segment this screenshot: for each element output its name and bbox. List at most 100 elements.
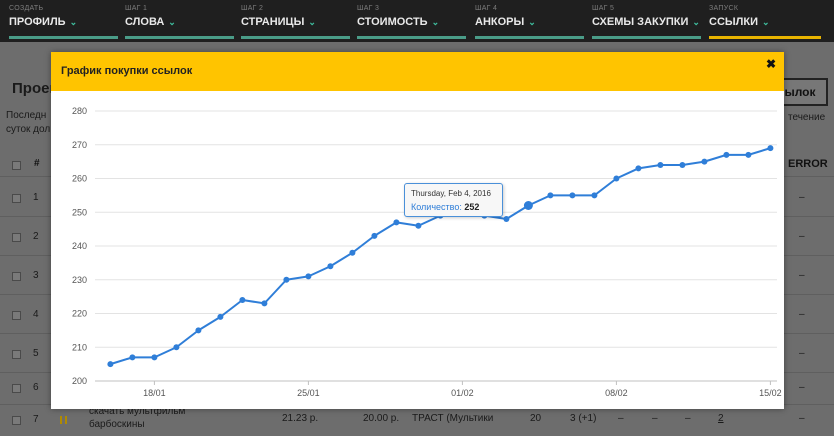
select-all-checkbox[interactable]: [12, 161, 21, 170]
data-point: [569, 192, 576, 199]
x-tick-label: 18/01: [143, 388, 166, 398]
page-description: суток дол: [6, 124, 51, 135]
step-caption: СОЗДАТЬ: [9, 5, 44, 12]
chevron-down-icon: ⌄: [692, 17, 700, 27]
table-row: 7 скачать мультфильм барбоскины 21.23 р.…: [0, 406, 834, 436]
data-point: [657, 162, 664, 168]
step-label: СТРАНИЦЫ ⌄: [241, 16, 316, 28]
step-progress-bar: [241, 36, 350, 39]
step-pages[interactable]: ШАГ 2 СТРАНИЦЫ ⌄: [241, 4, 350, 39]
row-checkbox[interactable]: [12, 194, 21, 203]
row-value: –: [685, 413, 691, 424]
step-caption: ШАГ 1: [125, 5, 148, 12]
step-cost[interactable]: ШАГ 3 СТОИМОСТЬ ⌄: [357, 4, 466, 39]
data-point: [305, 273, 312, 280]
row-value: –: [618, 413, 624, 424]
y-tick-label: 260: [72, 174, 87, 184]
row-delta: 3 (+1): [570, 413, 597, 424]
data-point: [767, 145, 774, 152]
row-source: ТРАСТ (Мультики: [412, 413, 494, 424]
row-price: 20.00 р.: [363, 413, 400, 424]
column-header-number: #: [34, 158, 40, 169]
step-anchors[interactable]: ШАГ 4 АНКОРЫ ⌄: [475, 4, 584, 39]
row-value: –: [652, 413, 658, 424]
data-point: [415, 222, 422, 229]
step-caption: ШАГ 2: [241, 5, 264, 12]
x-tick-label: 25/01: [297, 388, 320, 398]
row-number: 1: [33, 192, 39, 203]
row-checkbox[interactable]: [12, 384, 21, 393]
row-title[interactable]: барбоскины: [89, 419, 145, 430]
row-price: 21.23 р.: [282, 413, 319, 424]
data-point: [173, 344, 180, 351]
step-caption: ШАГ 3: [357, 5, 380, 12]
step-progress-bar: [592, 36, 701, 39]
data-point: [239, 297, 246, 303]
step-label: ПРОФИЛЬ ⌄: [9, 16, 78, 28]
row-count: 20: [530, 413, 542, 424]
pause-icon[interactable]: [60, 416, 67, 424]
step-progress-bar: [125, 36, 234, 39]
x-tick-label: 01/02: [451, 388, 474, 398]
column-header-error: ERROR: [788, 158, 828, 170]
data-point: [217, 313, 224, 320]
step-label: СТОИМОСТЬ ⌄: [357, 16, 440, 28]
y-tick-label: 210: [72, 342, 87, 352]
step-label: АНКОРЫ ⌄: [475, 16, 536, 28]
y-tick-label: 270: [72, 140, 87, 150]
row-checkbox[interactable]: [12, 233, 21, 242]
row-checkbox[interactable]: [12, 311, 21, 320]
modal-header: График покупки ссылок ✖: [51, 52, 784, 91]
step-words[interactable]: ШАГ 1 СЛОВА ⌄: [125, 4, 234, 39]
step-progress-bar: [475, 36, 584, 39]
row-number: 7: [33, 414, 39, 425]
step-progress-bar: [709, 36, 821, 39]
data-point: [701, 158, 708, 165]
data-point: [151, 354, 158, 361]
steps-nav: СОЗДАТЬ ПРОФИЛЬ ⌄ ШАГ 1 СЛОВА ⌄ ШАГ 2 СТРА…: [0, 0, 834, 42]
y-tick-label: 220: [72, 309, 87, 319]
data-point: [745, 151, 752, 158]
data-point: [371, 232, 378, 239]
data-point: [723, 151, 730, 158]
row-number: 2: [33, 231, 39, 242]
close-icon[interactable]: ✖: [766, 57, 776, 71]
data-point: [591, 192, 598, 199]
step-caption: ШАГ 4: [475, 5, 498, 12]
row-number: 4: [33, 309, 39, 320]
row-error-value: –: [799, 413, 805, 424]
x-tick-label: 15/02: [759, 388, 782, 398]
series-line: [110, 147, 771, 366]
page-description: Последн: [6, 110, 47, 121]
step-schemes[interactable]: ШАГ 5 СХЕМЫ ЗАКУПКИ ⌄: [592, 4, 701, 39]
row-value[interactable]: 2: [718, 413, 724, 424]
chevron-down-icon: ⌄: [168, 17, 176, 27]
x-tick-label: 08/02: [605, 388, 628, 398]
row-checkbox[interactable]: [12, 416, 21, 425]
data-point: [613, 175, 620, 182]
tooltip-value: 252: [464, 202, 480, 212]
data-point: [107, 361, 114, 368]
data-point: [283, 276, 290, 283]
step-progress-bar: [357, 36, 466, 39]
step-caption: ЗАПУСК: [709, 5, 739, 12]
links-purchase-chart: 200 210 220 230 240 250 260 270 280 18/01 25/01 01/…: [72, 106, 782, 398]
step-profile[interactable]: СОЗДАТЬ ПРОФИЛЬ ⌄: [9, 4, 118, 39]
data-point: [679, 162, 686, 168]
tooltip-label: Количество:: [411, 202, 462, 212]
data-point: [547, 192, 554, 199]
highlighted-data-point: [523, 201, 533, 210]
step-progress-bar: [9, 36, 118, 39]
chevron-down-icon: ⌄: [69, 17, 78, 27]
row-number: 3: [33, 270, 39, 281]
chevron-down-icon: ⌄: [528, 17, 536, 27]
row-checkbox[interactable]: [12, 272, 21, 281]
step-links[interactable]: ЗАПУСК ССЫЛКИ ⌄: [709, 4, 821, 39]
data-point: [195, 327, 202, 334]
y-tick-label: 280: [72, 106, 87, 116]
chevron-down-icon: ⌄: [762, 17, 770, 27]
row-checkbox[interactable]: [12, 350, 21, 359]
y-tick-label: 230: [72, 275, 87, 285]
row-error-value: –: [799, 309, 805, 320]
chevron-down-icon: ⌄: [308, 17, 316, 27]
